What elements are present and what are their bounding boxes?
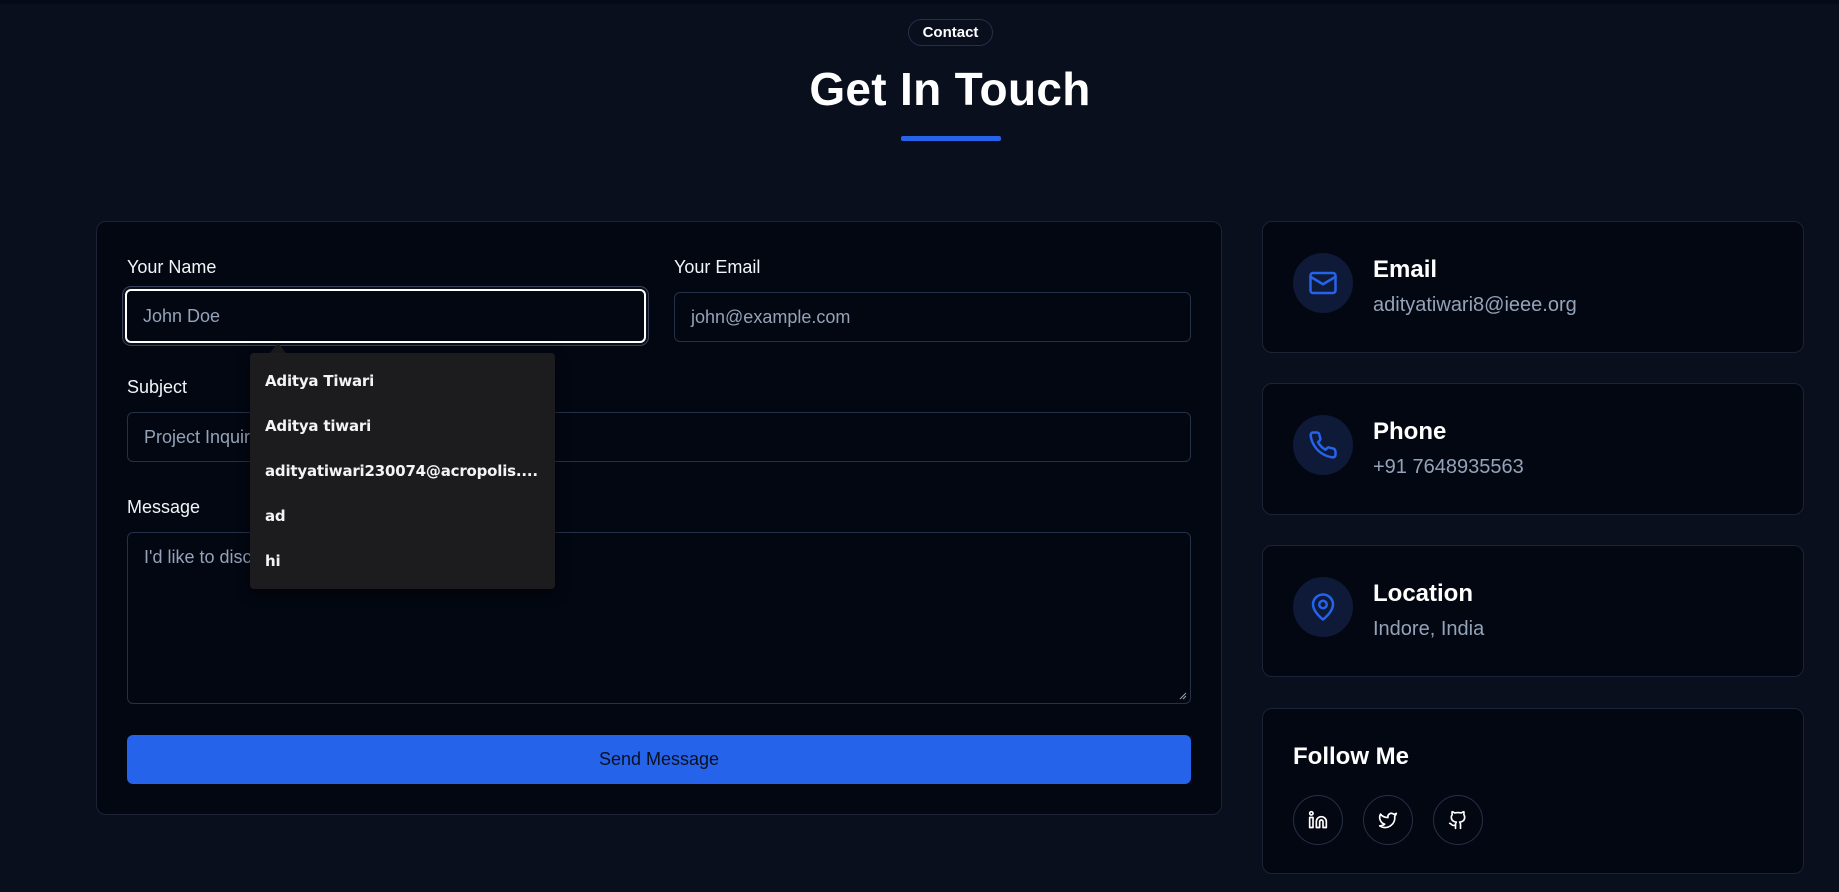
mail-icon: [1293, 253, 1353, 313]
subject-label: Subject: [127, 377, 188, 397]
autocomplete-caret: [270, 343, 286, 353]
location-card: Location Indore, India: [1262, 545, 1804, 677]
autocomplete-option[interactable]: ad: [265, 507, 286, 525]
location-value: Indore, India: [1373, 618, 1485, 640]
name-label: Your Name: [127, 257, 217, 277]
location-title: Location: [1373, 580, 1473, 607]
subject-placeholder: Project Inquir: [144, 426, 251, 447]
message-placeholder: I'd like to disc: [144, 547, 252, 567]
email-label: Your Email: [674, 257, 761, 277]
resize-handle-icon[interactable]: [1179, 692, 1187, 700]
map-pin-icon: [1293, 577, 1353, 637]
title-underline: [901, 136, 1001, 141]
top-border: [0, 0, 1839, 4]
email-title: Email: [1373, 256, 1438, 283]
email-card: Email adityatiwari8@ieee.org: [1262, 221, 1804, 353]
autocomplete-option[interactable]: Aditya tiwari: [265, 417, 371, 435]
name-placeholder: John Doe: [143, 305, 221, 326]
email-value[interactable]: adityatiwari8@ieee.org: [1373, 294, 1577, 317]
autocomplete-dropdown: Aditya Tiwari Aditya tiwari adityatiwari…: [250, 353, 555, 589]
email-placeholder: john@example.com: [691, 306, 851, 327]
linkedin-icon[interactable]: [1293, 795, 1343, 845]
github-icon[interactable]: [1433, 795, 1483, 845]
autocomplete-option[interactable]: Aditya Tiwari: [265, 372, 374, 390]
phone-card: Phone +91 7648935563: [1262, 383, 1804, 515]
email-input[interactable]: john@example.com: [674, 292, 1191, 342]
page-title: Get In Touch: [809, 63, 1091, 115]
phone-value[interactable]: +91 7648935563: [1373, 456, 1524, 479]
name-input[interactable]: John Doe: [125, 289, 646, 343]
follow-card: Follow Me: [1262, 708, 1804, 874]
follow-title: Follow Me: [1293, 743, 1409, 770]
section-badge: Contact: [908, 19, 993, 46]
autocomplete-option[interactable]: hi: [265, 552, 281, 570]
autocomplete-option[interactable]: adityatiwari230074@acropolis....: [265, 462, 538, 480]
phone-icon: [1293, 415, 1353, 475]
twitter-icon[interactable]: [1363, 795, 1413, 845]
phone-title: Phone: [1373, 418, 1447, 445]
send-message-button[interactable]: Send Message: [127, 735, 1191, 784]
message-label: Message: [127, 497, 201, 517]
